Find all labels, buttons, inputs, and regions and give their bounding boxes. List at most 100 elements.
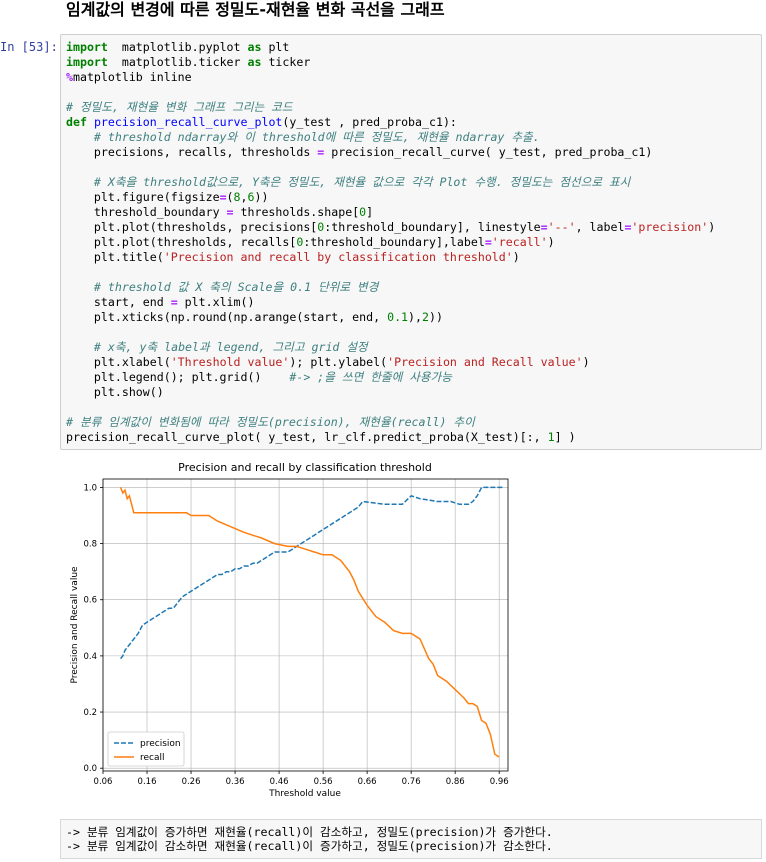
code-token: ] [366, 205, 374, 219]
code-token: start, end [66, 295, 171, 309]
code-line: plt.show() [66, 385, 715, 400]
code-line: precision_recall_curve_plot( y_test, lr_… [66, 430, 715, 445]
x-tick-label: 0.06 [94, 777, 113, 787]
x-tick-label: 0.16 [138, 777, 157, 787]
code-token: matplotlib inline [72, 70, 192, 84]
x-tick-label: 0.76 [402, 777, 421, 787]
code-token: plt [261, 40, 290, 54]
code-token: as [247, 40, 262, 54]
x-tick-label: 0.36 [226, 777, 245, 787]
code-token: = [484, 235, 492, 249]
code-line: precisions, recalls, thresholds = precis… [66, 145, 715, 160]
y-tick-label: 0.0 [83, 764, 97, 774]
code-token: ), [408, 310, 423, 324]
code-line: start, end = plt.xlim() [66, 295, 715, 310]
code-line: # 분류 임계값이 변화됨에 따라 정밀도(precision), 재현율(re… [66, 415, 715, 430]
code-token: )) [254, 190, 269, 204]
y-tick-label: 0.8 [83, 540, 97, 550]
code-line: plt.title('Precision and recall by class… [66, 250, 715, 265]
code-token: plt.figure(figsize [66, 190, 220, 204]
code-token: plt.plot(thresholds, precisions[ [66, 220, 318, 234]
code-token: ] ) [554, 430, 576, 444]
section-heading: 임계값의 변경에 따른 정밀도-재현율 변화 곡선을 그래프 [66, 0, 445, 19]
code-token: # threshold 값 X 축의 Scale을 0.1 단위로 변경 [93, 280, 379, 294]
y-tick-label: 1.0 [83, 483, 97, 493]
x-axis-label: Threshold value [268, 789, 341, 799]
code-token: :threshold_boundary], linestyle [324, 220, 541, 234]
code-editor[interactable]: import matplotlib.pyplot as plt import ma… [66, 40, 715, 445]
code-token: :threshold_boundary],label [303, 235, 485, 249]
code-line: plt.plot(thresholds, precisions[0:thresh… [66, 220, 715, 235]
code-token: = [540, 220, 548, 234]
legend: precision recall [107, 731, 185, 767]
code-token: plt.title( [66, 250, 164, 264]
code-line: import matplotlib.pyplot as plt [66, 40, 715, 55]
y-tick-label: 0.2 [83, 708, 97, 718]
cell-prompt: In [53]: [0, 40, 58, 54]
code-token: matplotlib.pyplot [107, 40, 248, 54]
code-token: def [66, 115, 87, 129]
markdown-output-cell[interactable]: -> 분류 임계값이 증가하면 재현율(recall)이 감소하고, 정밀도(p… [60, 819, 762, 859]
code-token: 'Precision and recall by classification … [163, 250, 513, 264]
x-tick-label: 0.56 [314, 777, 333, 787]
code-token: )) [429, 310, 443, 324]
code-token: 'precision' [631, 220, 709, 234]
code-token: precision_recall_curve_plot( y_test, lr_… [66, 430, 548, 444]
code-line: import matplotlib.ticker as ticker [66, 55, 715, 70]
code-token: precision_recall_curve_plot [93, 115, 283, 129]
code-token: as [247, 55, 262, 69]
code-line: # X축을 threshold값으로, Y축은 정밀도, 재현율 값으로 각각 … [66, 175, 715, 190]
code-token: # 분류 임계값이 변화됨에 따라 정밀도(precision), 재현율(re… [66, 415, 475, 429]
code-token: = [219, 190, 227, 204]
code-token: ticker [261, 55, 311, 69]
code-token: 'Threshold value' [170, 355, 290, 369]
code-line: plt.legend(); plt.grid() #-> ;을 쓰면 한줄에 사… [66, 370, 715, 385]
code-token: 0.1 [387, 310, 409, 324]
code-token: 8 [233, 190, 241, 204]
code-token: plt.xlim() [177, 295, 255, 309]
code-token: # 정밀도, 재현율 변화 그래프 그리는 코드 [66, 100, 293, 114]
precision-recall-chart: Precision and recall by classification t… [70, 461, 509, 799]
code-token: import [66, 55, 108, 69]
code-token: # x축, y축 label과 legend, 그리고 grid 설정 [93, 340, 368, 354]
output-line: -> 분류 임계값이 증가하면 재현율(recall)이 감소하고, 정밀도(p… [66, 825, 553, 839]
code-token: plt.xlabel( [66, 355, 171, 369]
code-cell[interactable]: import matplotlib.pyplot as plt import ma… [60, 34, 762, 450]
code-token: plt.show() [66, 385, 164, 399]
legend-recall-label: recall [140, 753, 165, 763]
code-line: threshold_boundary = thresholds.shape[0] [66, 205, 715, 220]
code-line: plt.xticks(np.round(np.arange(start, end… [66, 310, 715, 325]
code-token: threshold_boundary [66, 205, 227, 219]
code-token: ( [226, 190, 234, 204]
code-token: plt.plot(thresholds, recalls[ [66, 235, 297, 249]
code-token: , label [575, 220, 625, 234]
code-token: 'Precision and Recall value' [387, 355, 583, 369]
code-token: # X축을 threshold값으로, Y축은 정밀도, 재현율 값으로 각각 … [93, 175, 631, 189]
code-token: 1 [547, 430, 555, 444]
code-token: 'recall' [491, 235, 548, 249]
code-line: # threshold 값 X 축의 Scale을 0.1 단위로 변경 [66, 280, 715, 295]
code-line: # threshold ndarray와 이 threshold에 따른 정밀도… [66, 130, 715, 145]
code-token: # threshold ndarray와 이 threshold에 따른 정밀도… [93, 130, 540, 144]
output-line: -> 분류 임계값이 감소하면 재현율(recall)이 증가하고, 정밀도(p… [66, 839, 553, 853]
plot-area-frame [102, 478, 509, 772]
x-tick-label: 0.66 [358, 777, 377, 787]
code-token: plt.xticks(np.round(np.arange(start, end… [66, 310, 388, 324]
code-token: ) [708, 220, 716, 234]
y-tick-label: 0.6 [83, 596, 97, 606]
code-line: def precision_recall_curve_plot(y_test ,… [66, 115, 715, 130]
x-tick-label: 0.26 [182, 777, 201, 787]
code-line: %matplotlib inline [66, 70, 715, 85]
code-token: import [66, 40, 108, 54]
code-token: ) [512, 250, 520, 264]
x-tick-label: 0.86 [446, 777, 465, 787]
output-text: -> 분류 임계값이 증가하면 재현율(recall)이 감소하고, 정밀도(p… [66, 825, 553, 853]
